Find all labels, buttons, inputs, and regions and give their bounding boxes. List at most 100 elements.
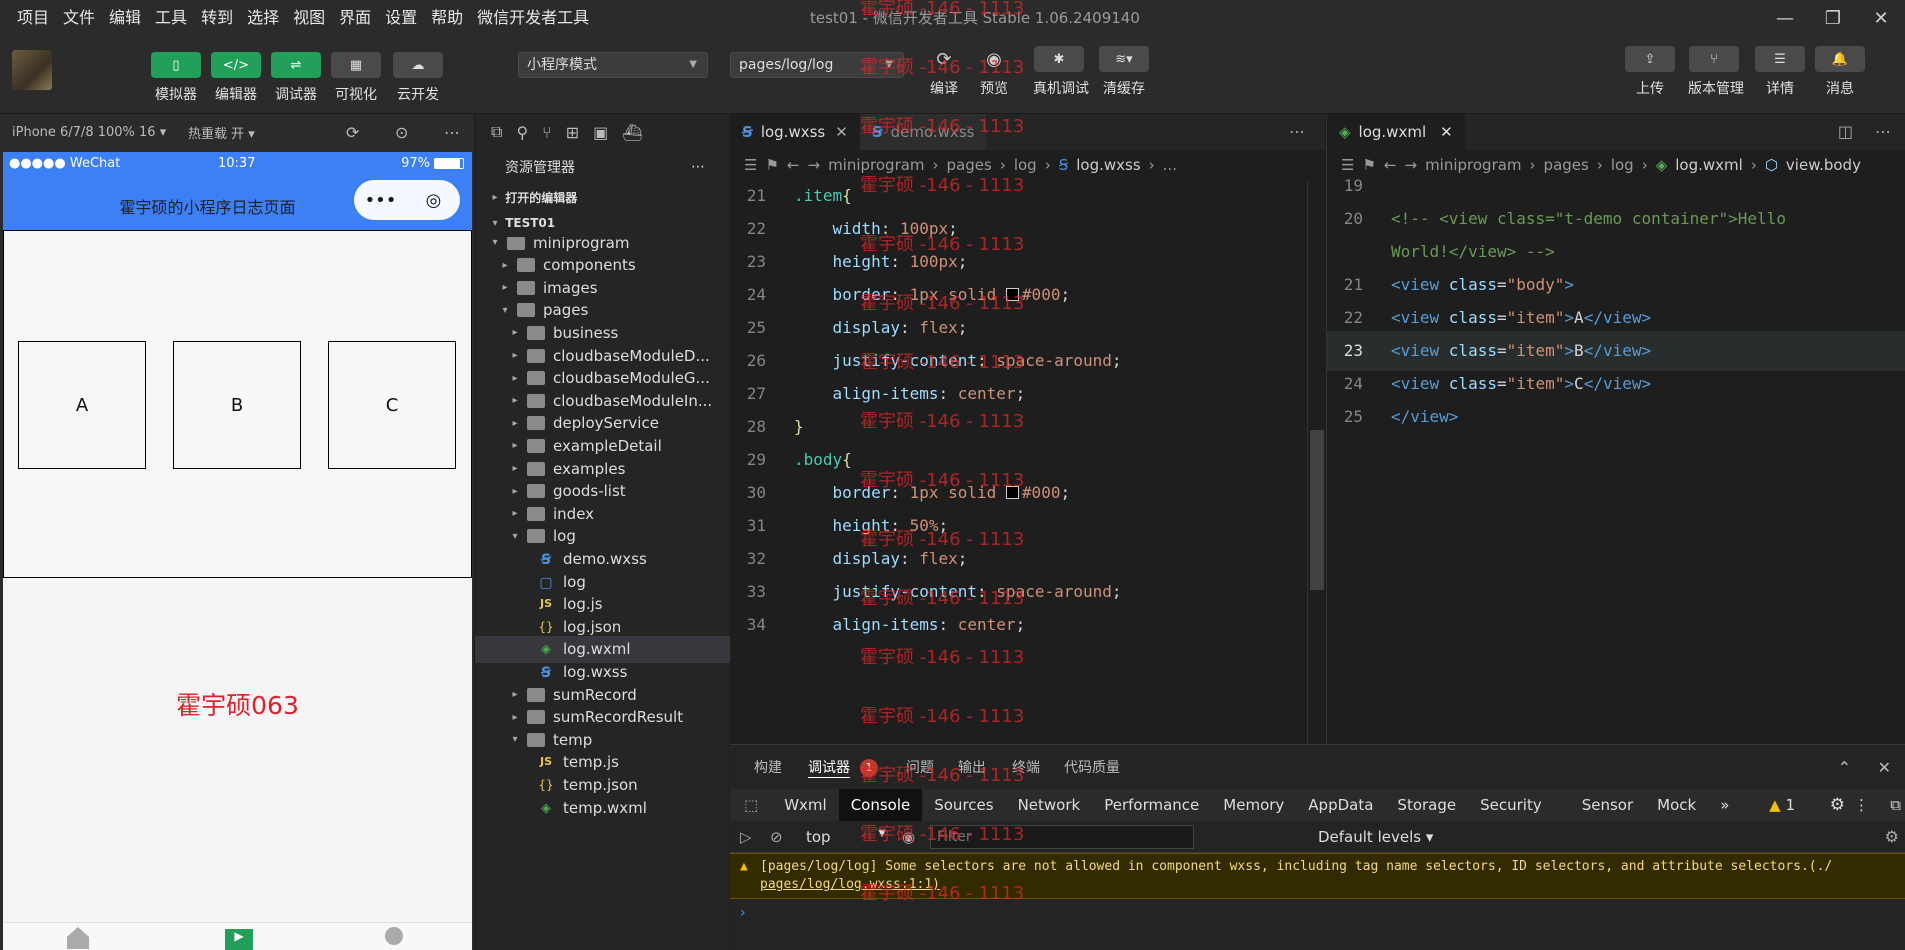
context-select[interactable]: top ▼ [806,828,886,846]
menu-settings[interactable]: 设置 [378,0,424,36]
devtab-mock[interactable]: Mock [1645,789,1708,821]
devtab-performance[interactable]: Performance [1092,789,1211,821]
devtab-wxml[interactable]: Wxml [772,789,839,821]
split-editor-icon[interactable]: ◫ [1838,122,1853,141]
forward-icon[interactable]: → [807,156,820,174]
close-icon[interactable]: ✕ [1440,123,1453,141]
log-levels-select[interactable]: Default levels ▾ [1318,828,1433,846]
list-icon[interactable]: ☰ [744,156,757,174]
caret-right-icon[interactable]: ▸ [509,463,521,474]
caret-right-icon[interactable]: ▸ [499,260,511,271]
warning-source-link[interactable]: pages/log/log.wxss:1:1) [760,877,940,892]
devtab-sources[interactable]: Sources [922,789,1005,821]
chevron-up-icon[interactable]: ⌃ [1838,758,1851,777]
caret-down-icon[interactable]: ▾ [499,305,511,316]
item-b[interactable]: B [173,341,301,469]
page-select[interactable]: pages/log/log ▼ [730,52,904,78]
close-icon[interactable]: ✕ [1857,0,1905,36]
crumb[interactable]: miniprogram [828,156,924,174]
more-icon[interactable]: ⋯ [444,123,460,142]
dock-icon[interactable]: ⧉ [1890,796,1901,814]
play-icon[interactable]: ▶ [225,929,253,950]
close-target-icon[interactable]: ◎ [407,190,460,211]
tab-debugger[interactable]: 调试器 [808,757,850,778]
tab-demo-wxss[interactable]: Ꞩdemo.wxss [859,114,987,150]
caret-right-icon[interactable]: ▸ [509,440,521,451]
caret-right-icon[interactable]: ▸ [509,327,521,338]
hot-reload-toggle[interactable]: 热重载 开 ▾ [188,123,255,142]
crumb[interactable]: pages [947,156,992,174]
caret-right-icon[interactable]: ▸ [509,712,521,723]
scrollbar-thumb[interactable] [1310,430,1324,590]
avatar[interactable] [12,50,52,90]
devtab-network[interactable]: Network [1006,789,1093,821]
mode-select[interactable]: 小程序模式 ▼ [518,52,708,78]
gear-icon[interactable]: ⚙ [1830,795,1845,815]
device-select[interactable]: iPhone 6/7/8 100% 16 ▾ [12,125,166,140]
more-icon[interactable]: ⋯ [1875,122,1891,141]
caret-right-icon[interactable]: ▸ [509,373,521,384]
menu-help[interactable]: 帮助 [424,0,470,36]
real-debug-button[interactable]: ✱ 真机调试 [1033,46,1089,98]
menu-project[interactable]: 项目 [10,0,56,36]
code-line[interactable]: 34 align-items: center; [730,605,1325,645]
compile-button[interactable]: ⟳ 编译 [918,46,970,98]
caret-down-icon[interactable]: ▾ [509,531,521,542]
restore-icon[interactable]: ❐ [1809,0,1857,36]
caret-right-icon[interactable]: ▸ [509,350,521,361]
debugger-button[interactable]: ⇌ 调试器 [270,52,322,104]
caret-right-icon[interactable]: ▸ [509,395,521,406]
upload-button[interactable]: ⇪ 上传 [1624,46,1676,98]
menu-edit[interactable]: 编辑 [102,0,148,36]
preview-button[interactable]: ◉ 预览 [968,46,1020,98]
clear-console-icon[interactable]: ⊘ [770,828,783,846]
debug-icon[interactable]: ▣ [593,123,608,142]
tab-code-quality[interactable]: 代码质量 [1064,757,1120,777]
gear-icon[interactable]: ⚙ [1885,827,1899,846]
filter-input[interactable] [930,825,1194,849]
docker-icon[interactable]: ⛴ [622,123,642,142]
version-button[interactable]: ⑂ 版本管理 [1688,46,1744,98]
messages-button[interactable]: 🔔 消息 [1814,46,1866,98]
tab-problems[interactable]: 问题 [906,757,934,777]
tab-build[interactable]: 构建 [754,757,782,777]
close-icon[interactable]: ✕ [1878,758,1891,777]
devtab-console[interactable]: Console [838,789,923,821]
home-icon[interactable] [67,927,89,949]
details-button[interactable]: ☰ 详情 [1754,46,1806,98]
warning-icon[interactable]: ▲ 1 [1769,796,1795,814]
caret-right-icon[interactable]: ▸ [509,486,521,497]
tree-file[interactable]: ◈ temp.wxml [475,794,730,821]
caret-right-icon[interactable]: ▸ [499,282,511,293]
menu-tools[interactable]: 工具 [148,0,194,36]
devtab-sensor[interactable]: Sensor [1570,789,1645,821]
stop-icon[interactable]: ⊙ [395,123,408,142]
rotate-icon[interactable]: ⟳ [346,123,359,142]
user-icon[interactable] [385,927,403,945]
project-section[interactable]: ▾ TEST01 [475,210,729,236]
more-icon[interactable]: ⋯ [1289,122,1305,141]
more-icon[interactable]: ⋯ [691,159,705,175]
scrollbar[interactable] [1307,180,1325,744]
more-tabs-icon[interactable]: » [1708,789,1741,821]
item-a[interactable]: A [18,341,146,469]
devtab-memory[interactable]: Memory [1211,789,1296,821]
back-icon[interactable]: ← [787,156,800,174]
caret-right-icon[interactable]: ▸ [509,689,521,700]
menu-interface[interactable]: 界面 [332,0,378,36]
console-prompt[interactable]: › [730,899,1905,927]
crumb[interactable]: ... [1163,156,1177,174]
tab-log-wxss[interactable]: Ꞩlog.wxss ✕ [730,114,860,150]
open-editors-section[interactable]: ▸ 打开的编辑器 [475,184,729,210]
inspect-icon[interactable]: ⬚ [730,796,772,814]
clear-cache-button[interactable]: ≋▾ 清缓存 [1098,46,1150,98]
sidebar-toggle-icon[interactable]: ▷ [740,828,752,846]
extensions-icon[interactable]: ⊞ [566,123,579,142]
crumb[interactable]: log [1014,156,1037,174]
code-line[interactable]: 25 </view> [1327,397,1905,437]
devtab-storage[interactable]: Storage [1385,789,1468,821]
menu-view[interactable]: 视图 [286,0,332,36]
devtab-appdata[interactable]: AppData [1296,789,1385,821]
visual-button[interactable]: ▦ 可视化 [330,52,382,104]
caret-right-icon[interactable]: ▸ [509,508,521,519]
